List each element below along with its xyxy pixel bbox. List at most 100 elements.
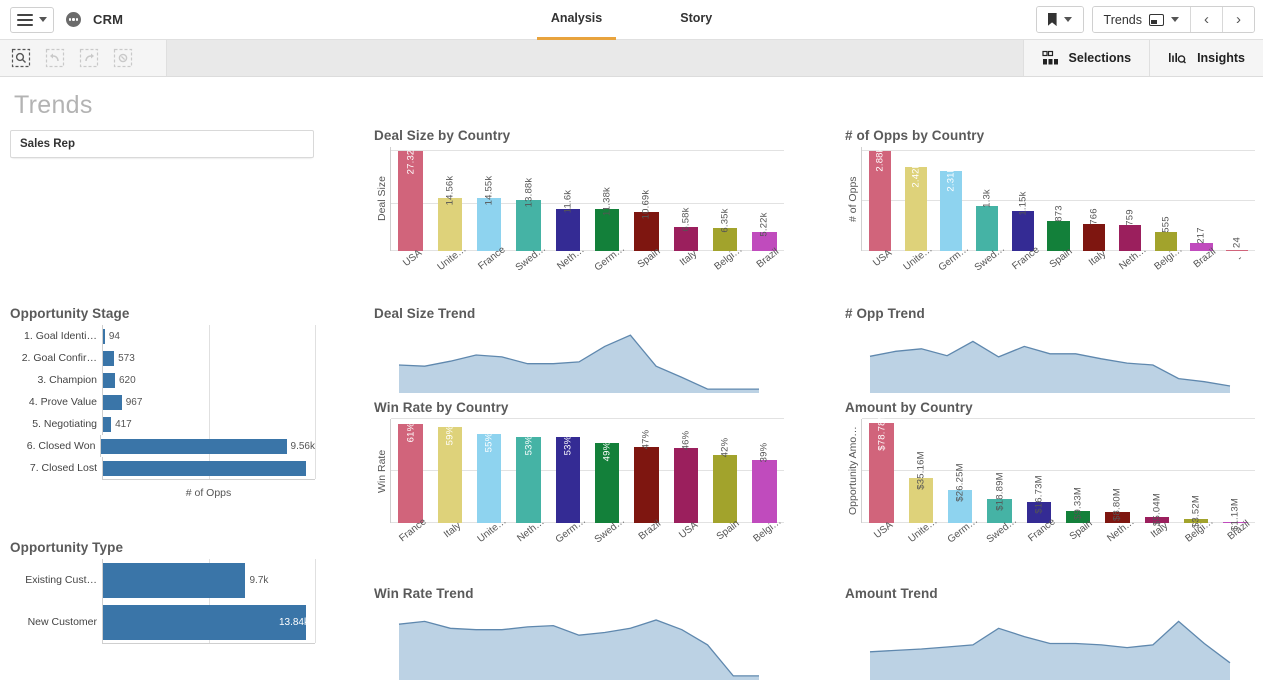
bar-item[interactable]: 11.38k bbox=[587, 147, 626, 251]
chart-opportunity-type[interactable]: Opportunity Type Existing Cust… 9.7k New C… bbox=[10, 540, 316, 644]
x-axis-tick-label[interactable]: France bbox=[469, 244, 508, 293]
tab-analysis[interactable]: Analysis bbox=[536, 0, 617, 40]
table-row[interactable]: 2. Goal Confir… 573 bbox=[10, 347, 315, 369]
bar[interactable]: 61% bbox=[398, 423, 423, 523]
bar[interactable] bbox=[103, 460, 307, 476]
bookmark-button[interactable] bbox=[1036, 7, 1083, 32]
bar[interactable]: 47% bbox=[634, 429, 659, 523]
bar-item[interactable]: 42% bbox=[705, 419, 744, 523]
x-axis-tick-label[interactable]: Italy bbox=[666, 248, 705, 293]
x-axis-tick-label[interactable]: Brazil bbox=[745, 246, 784, 293]
x-axis-tick-label[interactable]: Spain bbox=[1058, 518, 1097, 565]
bar-item[interactable]: $1.13M bbox=[1216, 419, 1255, 531]
bar-item[interactable]: 10.69k bbox=[627, 147, 666, 251]
tab-story[interactable]: Story bbox=[666, 0, 726, 40]
bar-item[interactable]: 61% bbox=[391, 419, 430, 523]
x-axis-tick-label[interactable]: Italy bbox=[1076, 248, 1112, 293]
bar-item[interactable]: $35.16M bbox=[901, 419, 940, 523]
bar-item[interactable]: 59% bbox=[430, 419, 469, 523]
x-axis-tick-label[interactable]: USA bbox=[666, 520, 705, 565]
x-axis-tick-label[interactable]: USA bbox=[861, 248, 897, 293]
bar-item[interactable]: 27.32k bbox=[391, 145, 430, 251]
bar[interactable]: 55% bbox=[477, 432, 502, 523]
bar-item[interactable]: 13.88k bbox=[509, 147, 548, 251]
insights-button[interactable]: Insights bbox=[1149, 40, 1263, 76]
bar-item[interactable]: 14.55k bbox=[470, 147, 509, 251]
app-menu-button[interactable] bbox=[10, 6, 54, 33]
table-row[interactable]: 6. Closed Won 9.56k bbox=[10, 435, 315, 457]
bar[interactable]: 11.38k bbox=[594, 187, 620, 251]
category-label[interactable]: 6. Closed Won bbox=[10, 440, 100, 452]
table-row[interactable]: 4. Prove Value 967 bbox=[10, 391, 315, 413]
x-axis-tick-label[interactable]: Swed… bbox=[968, 243, 1007, 293]
x-axis-tick-label[interactable]: Brazil bbox=[1183, 246, 1219, 293]
bar[interactable] bbox=[103, 328, 105, 344]
x-axis-tick-label[interactable]: Spain bbox=[1040, 246, 1076, 293]
bar-item[interactable]: $26.25M bbox=[941, 419, 980, 523]
bar[interactable]: 14.55k bbox=[477, 176, 502, 251]
bar[interactable]: 2.42k bbox=[904, 163, 927, 251]
chart-win-rate-by-country[interactable]: Win Rate by Country Win Rate 61% 59% 55% 53%… bbox=[374, 400, 784, 565]
bar[interactable]: 49% bbox=[594, 442, 620, 523]
category-label[interactable]: 3. Champion bbox=[10, 374, 102, 386]
x-axis-tick-label[interactable]: Italy bbox=[1137, 520, 1176, 565]
bar-item[interactable]: 2.31k bbox=[933, 147, 969, 251]
bar-item[interactable]: $78.78M bbox=[862, 412, 901, 523]
bar-item[interactable]: 53% bbox=[548, 419, 587, 523]
chart-deal-size-trend[interactable]: Deal Size Trend bbox=[374, 306, 784, 393]
sales-rep-filter-button[interactable]: Sales Rep bbox=[10, 130, 314, 158]
bar-item[interactable]: 873 bbox=[1041, 147, 1077, 251]
bar[interactable]: 53% bbox=[516, 436, 541, 523]
bar-item[interactable]: 5.22k bbox=[745, 147, 784, 251]
bar[interactable]: $78.78M bbox=[869, 412, 894, 523]
bar-item[interactable]: $5.04M bbox=[1137, 419, 1176, 526]
bar-item[interactable]: 53% bbox=[509, 419, 548, 523]
bar-item[interactable]: $16.73M bbox=[1019, 419, 1058, 523]
x-axis-tick-label[interactable]: Unite… bbox=[429, 244, 469, 293]
bar-item[interactable]: 39% bbox=[745, 419, 784, 523]
x-axis-tick-label[interactable]: Belgi… bbox=[1148, 244, 1185, 293]
selection-search-icon[interactable] bbox=[8, 45, 34, 71]
x-axis-tick-label[interactable]: Neth… bbox=[1112, 244, 1148, 293]
bar[interactable]: 42% bbox=[712, 437, 738, 523]
x-axis-tick-label[interactable]: Belgi… bbox=[745, 516, 784, 565]
x-axis-tick-label[interactable]: Germ… bbox=[548, 515, 588, 565]
chart-opportunity-stage[interactable]: Opportunity Stage 1. Goal Identi… 94 2. Go… bbox=[10, 306, 316, 499]
bar[interactable]: 14.56k bbox=[437, 176, 463, 251]
bar-item[interactable]: 555 bbox=[1148, 147, 1184, 251]
x-axis-tick-label[interactable]: Belgi… bbox=[1176, 516, 1215, 565]
chart-deal-size-by-country[interactable]: Deal Size by Country Deal Size 27.32k 14.5… bbox=[374, 128, 784, 293]
x-axis-tick-label[interactable]: Neth… bbox=[1097, 516, 1136, 565]
bar-item[interactable]: 1.15k bbox=[1005, 147, 1041, 251]
x-axis-tick-label[interactable]: - bbox=[1219, 251, 1255, 293]
bar[interactable] bbox=[103, 394, 122, 410]
x-axis-tick-label[interactable]: Brazil bbox=[626, 518, 665, 565]
bar-item[interactable]: 46% bbox=[666, 419, 705, 523]
selections-button[interactable]: Selections bbox=[1022, 40, 1150, 76]
bar-item[interactable]: 759 bbox=[1112, 147, 1148, 251]
bar[interactable]: 27.32k bbox=[398, 145, 423, 251]
chart-amount-by-country[interactable]: Amount by Country Opportunity Amo… $78.78… bbox=[845, 400, 1255, 565]
bar[interactable]: 1.3k bbox=[976, 189, 999, 251]
chart-num-opp-trend[interactable]: # Opp Trend bbox=[845, 306, 1255, 393]
chart-amount-trend[interactable]: Amount Trend bbox=[845, 586, 1255, 680]
bar-item[interactable]: $8.80M bbox=[1098, 419, 1137, 523]
bar-item[interactable]: 24 bbox=[1219, 147, 1255, 251]
bar-item[interactable]: $9.33M bbox=[1058, 419, 1097, 523]
x-axis-tick-label[interactable]: Germ… bbox=[940, 515, 980, 565]
x-axis-tick-label[interactable]: Germ… bbox=[587, 243, 627, 293]
table-row[interactable]: New Customer 13.84k bbox=[10, 601, 315, 643]
bar[interactable]: 766 bbox=[1083, 209, 1106, 251]
previous-sheet-button[interactable]: ‹ bbox=[1191, 7, 1223, 32]
bar[interactable]: 13.88k bbox=[516, 178, 541, 251]
bar-item[interactable]: 217 bbox=[1184, 147, 1220, 251]
x-axis-tick-label[interactable]: Neth… bbox=[548, 244, 587, 293]
x-axis-tick-label[interactable]: France bbox=[1019, 516, 1058, 565]
x-axis-tick-label[interactable]: Unite… bbox=[900, 516, 940, 565]
bar-item[interactable]: 6.35k bbox=[705, 147, 744, 251]
category-label[interactable]: 5. Negotiating bbox=[10, 418, 102, 430]
x-axis-tick-label[interactable]: France bbox=[390, 516, 429, 565]
bar[interactable]: $35.16M bbox=[908, 452, 934, 523]
sheet-selector-button[interactable]: Trends bbox=[1092, 7, 1191, 32]
x-axis-tick-label[interactable]: Belgi… bbox=[705, 244, 744, 293]
